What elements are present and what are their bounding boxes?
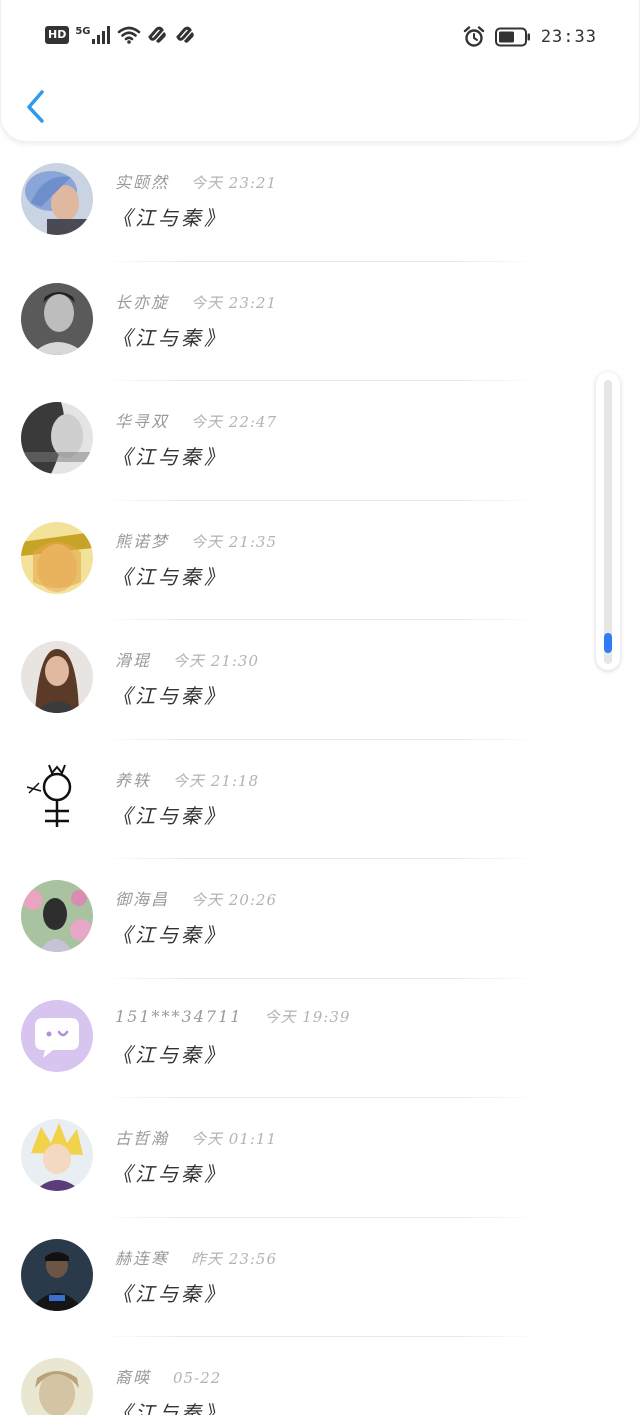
message-text: 《江与秦》: [112, 803, 227, 828]
message-meta: 赫连寒 昨天 23:56: [115, 1245, 277, 1269]
list-item[interactable]: 养轶 今天 21:18 《江与秦》: [0, 740, 640, 859]
sender-name: 长亦旋: [115, 292, 170, 312]
wifi-icon: [117, 26, 140, 44]
battery-icon: [494, 27, 530, 47]
scroll-track[interactable]: [604, 380, 612, 664]
avatar[interactable]: [21, 760, 93, 833]
message-text: 《江与秦》: [112, 564, 227, 589]
network-type: 5G: [75, 26, 91, 37]
avatar[interactable]: [21, 999, 93, 1072]
list-item[interactable]: 熊诺梦 今天 21:35 《江与秦》: [0, 501, 640, 620]
status-bar-left: HD 5G: [45, 26, 197, 44]
message-time: 今天 21:35: [191, 532, 278, 551]
list-item[interactable]: 赫连寒 昨天 23:56 《江与秦》: [0, 1218, 640, 1337]
message-time: 05-22: [173, 1369, 222, 1387]
list-item[interactable]: 长亦旋 今天 23:21 《江与秦》: [0, 262, 640, 381]
hd-badge: HD: [45, 26, 70, 44]
avatar[interactable]: [21, 880, 93, 952]
message-meta: 古哲瀚 今天 01:11: [115, 1125, 277, 1149]
status-bar-right: 23:33: [463, 26, 597, 48]
message-time: 今天 20:26: [191, 891, 278, 909]
sender-name: 赫连寒: [115, 1248, 170, 1268]
avatar[interactable]: [21, 521, 93, 594]
message-time: 今天 21:30: [173, 652, 260, 670]
message-text: 《江与秦》: [112, 684, 227, 708]
sender-name: 滑琨: [115, 651, 152, 670]
avatar[interactable]: [21, 641, 93, 713]
sender-name: 熊诺梦: [115, 531, 170, 551]
status-time: 23:33: [540, 27, 597, 47]
status-bar: HD 5G 23:33: [1, 0, 640, 76]
message-meta: 熊诺梦 今天 21:35: [115, 528, 277, 552]
alarm-icon: [463, 26, 485, 47]
list-item[interactable]: 滑琨 今天 21:30 《江与秦》: [0, 620, 640, 740]
message-time: 今天 23:21: [191, 174, 278, 192]
sender-name: 御海昌: [115, 890, 170, 909]
avatar[interactable]: [21, 1358, 93, 1415]
avatar[interactable]: [21, 402, 93, 474]
back-button[interactable]: [19, 86, 55, 126]
sender-name: 养轶: [115, 770, 152, 790]
message-meta: 华寻双 今天 22:47: [115, 408, 277, 432]
message-text: 《江与秦》: [112, 1281, 227, 1306]
message-meta: 实颐然 今天 23:21: [115, 169, 277, 193]
link-icon: [175, 26, 194, 43]
message-time: 今天 23:21: [191, 293, 278, 312]
message-text: 《江与秦》: [112, 1401, 227, 1415]
avatar[interactable]: [21, 1119, 93, 1191]
sender-name: 古哲瀚: [115, 1129, 170, 1148]
message-meta: 151***34711 今天 19:39: [115, 1006, 350, 1027]
message-text: 《江与秦》: [112, 923, 227, 947]
avatar[interactable]: [21, 282, 93, 355]
message-text: 《江与秦》: [112, 1162, 227, 1186]
sender-name: 151***34711: [115, 1006, 243, 1026]
scroll-thumb[interactable]: [604, 633, 612, 653]
avatar[interactable]: [21, 1238, 93, 1311]
list-item[interactable]: 古哲瀚 今天 01:11 《江与秦》: [0, 1098, 640, 1218]
message-text: 《江与秦》: [112, 445, 227, 469]
list-item[interactable]: 华寻双 今天 22:47 《江与秦》: [0, 381, 640, 501]
message-meta: 裔暎 05-22: [115, 1364, 221, 1388]
cellular-group: 5G: [75, 26, 110, 44]
list-item[interactable]: 实颐然 今天 23:21 《江与秦》: [0, 142, 640, 262]
avatar[interactable]: [21, 163, 93, 235]
message-time: 昨天 23:56: [191, 1249, 278, 1268]
link-icon: [147, 26, 166, 43]
list-item[interactable]: 御海昌 今天 20:26 《江与秦》: [0, 859, 640, 979]
sender-name: 实颐然: [115, 173, 170, 192]
chevron-left-icon: [27, 90, 44, 123]
message-time: 今天 21:18: [173, 771, 260, 790]
sender-name: 裔暎: [115, 1368, 152, 1387]
message-text: 《江与秦》: [112, 206, 227, 230]
message-meta: 长亦旋 今天 23:21: [115, 289, 277, 313]
message-time: 今天 01:11: [191, 1130, 278, 1148]
signal-icon: [91, 26, 110, 44]
message-time: 今天 22:47: [191, 413, 278, 431]
sender-name: 华寻双: [115, 412, 170, 431]
message-meta: 养轶 今天 21:18: [115, 767, 259, 791]
message-time: 今天 19:39: [264, 1007, 351, 1026]
message-text: 《江与秦》: [112, 1042, 227, 1067]
message-meta: 御海昌 今天 20:26: [115, 886, 277, 910]
message-text: 《江与秦》: [112, 325, 227, 350]
message-list: 实颐然 今天 23:21 《江与秦》 长亦旋 今天 23:21 《江与秦》 华寻…: [0, 142, 640, 1415]
list-item[interactable]: 151***34711 今天 19:39 《江与秦》: [0, 979, 640, 1098]
message-meta: 滑琨 今天 21:30: [115, 647, 259, 671]
app-header: HD 5G 23:33: [0, 0, 640, 142]
scrollbar[interactable]: [596, 372, 620, 670]
list-item[interactable]: 裔暎 05-22 《江与秦》: [0, 1337, 640, 1415]
